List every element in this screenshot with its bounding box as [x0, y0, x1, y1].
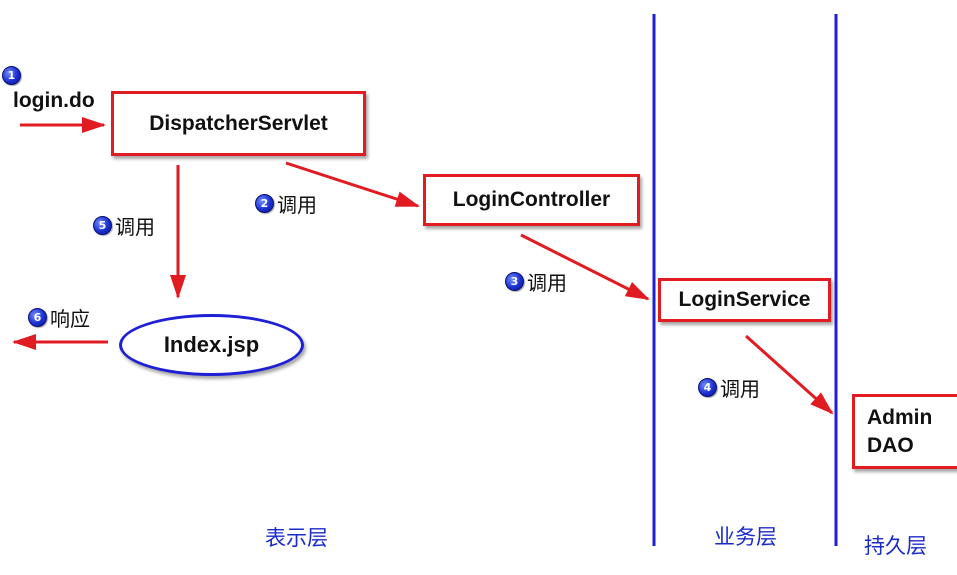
step-label-2: 2 调用 [255, 189, 317, 218]
admin-dao-line-1: Admin [867, 405, 933, 429]
step-number-icon: 1 [2, 66, 21, 85]
admin-dao-line-2: DAO [867, 433, 914, 457]
step-text: 调用 [115, 217, 155, 239]
login-service-box: LoginService [658, 278, 831, 322]
step-text: 调用 [720, 379, 760, 401]
step-number-icon: 5 [93, 216, 112, 235]
step-label-4: 4 调用 [698, 373, 760, 402]
layer-label-persistence: 持久层 [864, 534, 927, 558]
step-label-5: 5 调用 [93, 211, 155, 240]
request-label: login.do [13, 89, 95, 112]
step-text: 调用 [527, 273, 567, 295]
step-number-icon: 6 [28, 308, 47, 327]
architecture-diagram: 1 login.do DispatcherServlet LoginContro… [0, 0, 957, 575]
layer-label-business: 业务层 [714, 525, 777, 549]
step-number-icon: 2 [255, 194, 274, 213]
step-number-icon: 3 [505, 272, 524, 291]
step-number-icon: 4 [698, 378, 717, 397]
admin-dao-box: Admin DAO [852, 394, 957, 469]
step-label-6: 6 响应 [28, 303, 90, 332]
dispatcher-servlet-box: DispatcherServlet [111, 91, 366, 156]
step-badge-1: 1 [2, 66, 24, 85]
step-text: 响应 [50, 309, 90, 331]
step-label-3: 3 调用 [505, 267, 567, 296]
index-jsp-oval: Index.jsp [119, 314, 304, 376]
step-text: 调用 [277, 195, 317, 217]
login-controller-box: LoginController [423, 174, 640, 226]
layer-label-presentation: 表示层 [265, 526, 328, 550]
